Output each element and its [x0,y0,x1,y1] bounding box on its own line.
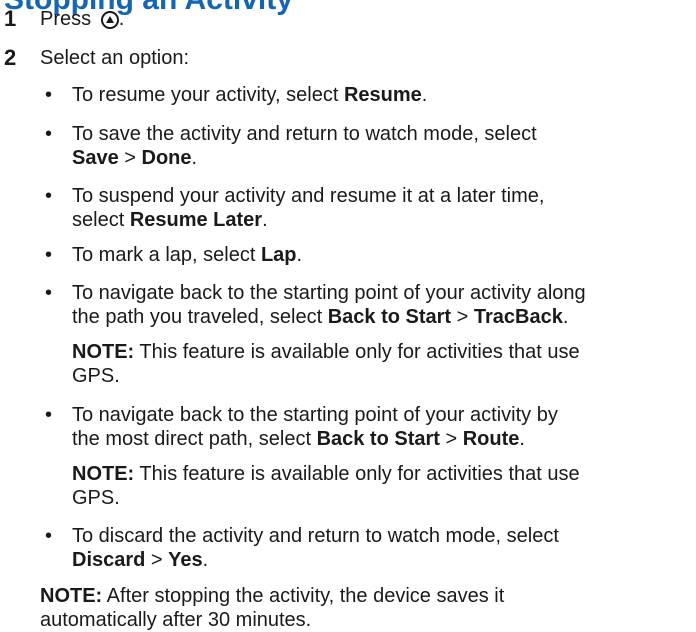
bullet: • [45,84,53,106]
menu-option-back-to-start: Back to Start [327,306,452,328]
menu-option-yes: Yes [168,549,203,571]
step-number: 1 [4,6,17,31]
final-note: NOTE: After stopping the activity, the d… [40,585,505,631]
menu-option-lap: Lap [260,244,297,266]
gps-note: NOTE: This feature is available only for… [72,463,580,509]
note-label: NOTE: [72,463,135,485]
bullet: • [45,123,53,145]
menu-option-tracback: TracBack [473,306,563,328]
menu-option-back-to-start: Back to Start [316,428,440,450]
menu-option-resume-later: Resume Later [129,209,263,231]
step-number: 2 [4,45,17,70]
step-text: Select an option: [40,47,189,69]
step-suffix: . [118,8,125,30]
bullet: • [45,282,53,304]
bullet: • [45,185,53,207]
note-label: NOTE: [40,585,103,607]
menu-option-done: Done [141,147,192,169]
note-label: NOTE: [72,341,135,363]
bullet: • [45,404,53,426]
bullet: • [45,525,53,547]
gps-note: NOTE: This feature is available only for… [72,341,580,387]
bullet: • [45,244,53,266]
menu-option-resume: Resume [343,84,422,106]
menu-option-discard: Discard [72,549,146,571]
start-stop-button-icon [100,11,119,29]
menu-option-route: Route [462,428,520,450]
step-text: Press [40,8,92,30]
menu-option-save: Save [72,147,119,169]
